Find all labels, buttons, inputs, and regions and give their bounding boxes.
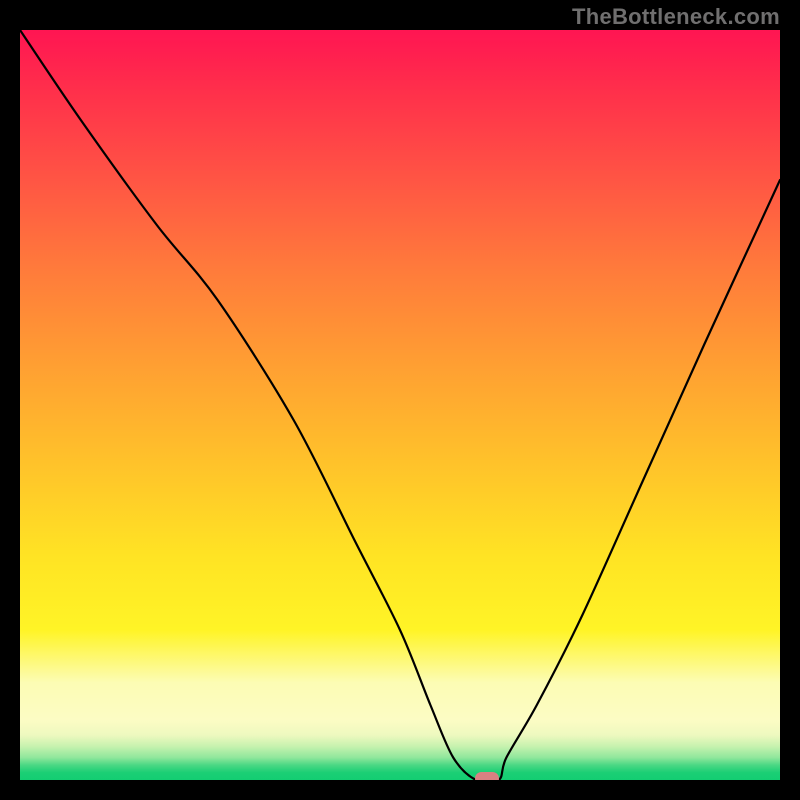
optimal-marker: [475, 772, 499, 780]
chart-area: [20, 30, 780, 780]
bottleneck-curve: [20, 30, 780, 780]
watermark-label: TheBottleneck.com: [572, 4, 780, 30]
